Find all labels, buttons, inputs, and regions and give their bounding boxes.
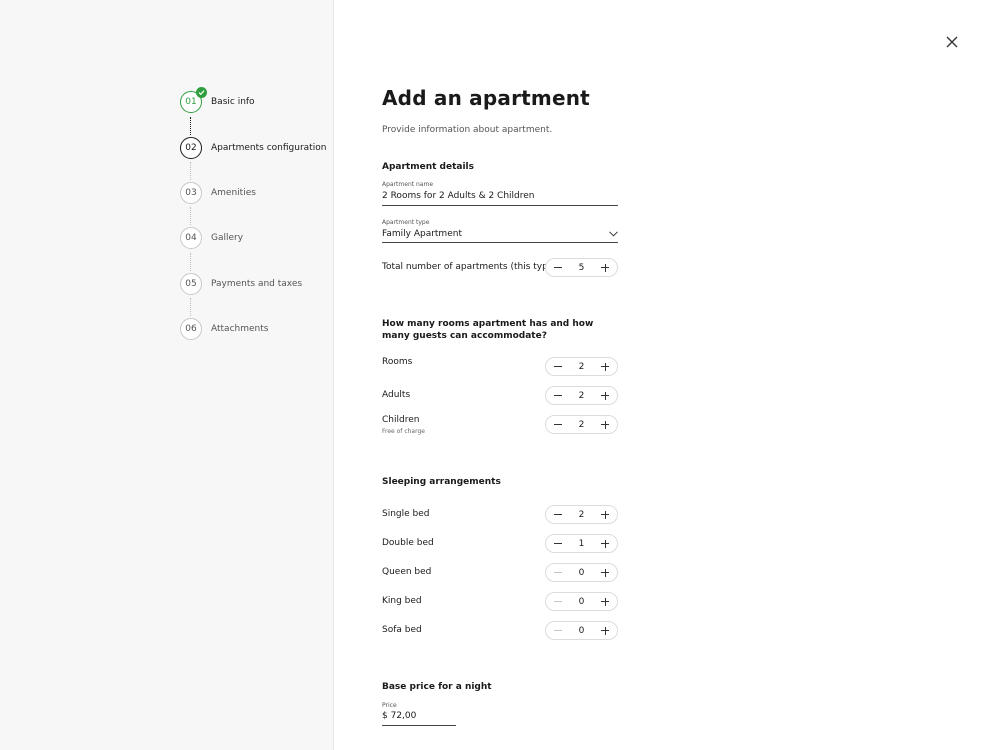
apartment-type-underline [382,242,618,243]
step-attachments[interactable]: 06 Attachments [180,318,268,340]
step-connector [190,207,192,225]
rooms-stepper: 2 [545,357,618,376]
step-number-badge: 02 [180,137,202,159]
step-number-badge: 04 [180,227,202,249]
check-icon [196,87,207,98]
queen-bed-label: Queen bed [382,567,432,577]
sofa-bed-label: Sofa bed [382,625,422,635]
occupancy-question: How many rooms apartment has and how man… [382,319,594,341]
step-label: Attachments [211,324,269,334]
king-bed-label: King bed [382,596,422,606]
price-label: Price [382,702,397,709]
apartment-type-select[interactable]: Family Apartment [382,229,602,239]
minus-icon[interactable] [553,391,563,401]
children-label: Children [382,415,420,425]
step-label: Gallery [211,233,244,243]
step-label: Apartments configuration [211,143,327,153]
total-apartments-stepper: 5 [545,258,618,277]
apartment-details-title: Apartment details [382,162,474,172]
step-number-badge: 05 [180,273,202,295]
plus-icon[interactable] [600,568,610,578]
stepper-value: 5 [578,262,585,273]
step-number: 03 [185,188,197,198]
total-apartments-label: Total number of apartments (this type) [382,262,557,272]
adults-label: Adults [382,390,411,400]
stepper-value: 2 [578,361,585,372]
plus-icon[interactable] [600,362,610,372]
double-bed-stepper: 1 [545,534,618,553]
king-bed-stepper: 0 [545,592,618,611]
step-amenities[interactable]: 03 Amenities [180,182,256,204]
sofa-bed-stepper: 0 [545,621,618,640]
step-number: 02 [185,143,197,153]
minus-icon[interactable] [553,420,563,430]
minus-icon[interactable] [553,510,563,520]
step-number-badge: 03 [180,182,202,204]
plus-icon[interactable] [600,626,610,636]
single-bed-label: Single bed [382,509,430,519]
plus-icon[interactable] [600,263,610,273]
apartment-type-label: Apartment type [382,219,430,226]
children-stepper: 2 [545,415,618,434]
step-number-badge: 06 [180,318,202,340]
step-basic-info[interactable]: 01 Basic info [180,87,255,113]
price-input[interactable] [382,711,454,721]
plus-icon[interactable] [600,539,610,549]
step-label: Amenities [211,188,256,198]
single-bed-stepper: 2 [545,505,618,524]
plus-icon[interactable] [600,391,610,401]
rooms-label: Rooms [382,357,413,367]
step-payments-and-taxes[interactable]: 05 Payments and taxes [180,273,302,295]
step-label: Payments and taxes [211,279,303,289]
stepper-value: 0 [578,596,585,607]
step-label: Basic info [211,97,255,107]
plus-icon[interactable] [600,597,610,607]
plus-icon[interactable] [600,420,610,430]
stepper-value: 2 [578,509,585,520]
adults-stepper: 2 [545,386,618,405]
stepper-value: 0 [578,567,585,578]
page-title: Add an apartment [382,86,590,110]
step-number-badge: 01 [180,87,207,113]
stepper-value: 0 [578,625,585,636]
base-price-title: Base price for a night [382,682,492,692]
close-icon[interactable] [945,35,959,49]
double-bed-label: Double bed [382,538,434,548]
minus-icon[interactable] [553,362,563,372]
step-connector [190,298,192,316]
children-note: Free of charge [382,428,425,435]
minus-icon [553,568,563,578]
page-subtitle: Provide information about apartment. [382,125,553,135]
queen-bed-stepper: 0 [545,563,618,582]
apartment-name-input[interactable] [382,191,617,201]
step-connector [190,253,192,271]
step-connector [190,162,192,180]
chevron-down-icon[interactable] [609,231,618,237]
minus-icon[interactable] [553,263,563,273]
price-underline [382,725,456,726]
step-number: 05 [185,279,197,289]
minus-icon [553,597,563,607]
step-gallery[interactable]: 04 Gallery [180,227,243,249]
step-number: 04 [185,233,197,243]
minus-icon [553,626,563,636]
step-number: 01 [185,97,197,107]
step-connector [190,117,192,135]
wizard-sidebar [0,0,334,750]
step-number: 06 [185,324,197,334]
sleeping-arrangements-title: Sleeping arrangements [382,477,501,487]
step-apartments-configuration[interactable]: 02 Apartments configuration [180,137,326,159]
stepper-value: 2 [578,390,585,401]
minus-icon[interactable] [553,539,563,549]
plus-icon[interactable] [600,510,610,520]
stepper-value: 1 [578,538,585,549]
form-panel [334,0,1000,750]
apartment-name-underline [382,205,618,206]
apartment-name-label: Apartment name [382,181,434,188]
stepper-value: 2 [578,419,585,430]
